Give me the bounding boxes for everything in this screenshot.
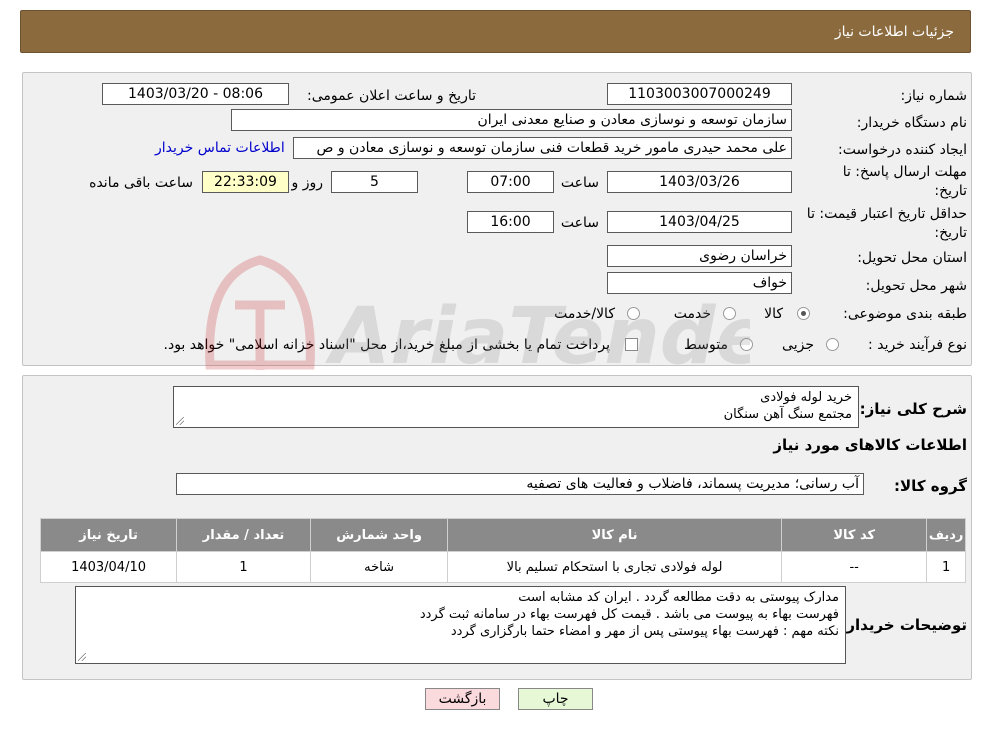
cell-item-code: -- bbox=[781, 551, 928, 583]
table-row: 1 -- لوله فولادی تجاری با استحکام تسلیم … bbox=[39, 551, 966, 583]
cell-row-number: 1 bbox=[926, 551, 966, 583]
cell-quantity: 1 bbox=[176, 551, 312, 583]
description-textarea[interactable]: خرید لوله فولادی مجتمع سنگ آهن سنگان bbox=[173, 386, 859, 428]
col-unit: واحد شمارش bbox=[310, 518, 449, 552]
buyer-notes-label: توضیحات خریدار: bbox=[840, 616, 967, 634]
description-line: خرید لوله فولادی bbox=[760, 390, 852, 405]
announce-datetime-label: تاریخ و ساعت اعلان عمومی: bbox=[307, 88, 476, 104]
goods-group-label: گروه کالا: bbox=[894, 477, 967, 495]
buyer-org-label: نام دستگاه خریدار: bbox=[856, 115, 967, 131]
col-item-name: نام کالا bbox=[447, 518, 783, 552]
purchase-medium-label: متوسط bbox=[684, 337, 728, 353]
buyer-contact-link[interactable]: اطلاعات تماس خریدار bbox=[155, 140, 285, 156]
announce-datetime-field: 1403/03/20 - 08:06 bbox=[102, 83, 289, 105]
purchase-small-label: جزیی bbox=[782, 337, 814, 353]
col-row-number: ردیف bbox=[926, 518, 966, 552]
purchase-type-label: نوع فرآیند خرید : bbox=[868, 337, 967, 353]
page-header: جزئیات اطلاعات نیاز bbox=[20, 10, 971, 53]
cell-unit: شاخه bbox=[310, 551, 449, 583]
requester-field: علی محمد حیدری مامور خرید قطعات فنی سازم… bbox=[293, 137, 792, 159]
goods-table: ردیف کد کالا نام کالا واحد شمارش تعداد /… bbox=[39, 518, 966, 583]
purchase-medium-radio[interactable] bbox=[740, 338, 753, 351]
price-validity-label: حداقل تاریخ اعتبار قیمت: تا bbox=[806, 206, 967, 222]
resize-grip-icon[interactable] bbox=[78, 653, 86, 661]
remaining-time-label: ساعت باقی مانده bbox=[89, 175, 193, 191]
price-validity-time-field: 16:00 bbox=[467, 211, 554, 233]
response-deadline-date-field: 1403/03/26 bbox=[607, 171, 792, 193]
remaining-time-field: 22:33:09 bbox=[202, 171, 289, 193]
col-need-date: تاریخ نیاز bbox=[39, 518, 178, 552]
response-deadline-label: مهلت ارسال پاسخ: تا bbox=[842, 164, 967, 180]
delivery-province-label: استان محل تحویل: bbox=[857, 250, 967, 266]
treasury-bonds-checkbox[interactable] bbox=[625, 338, 638, 351]
requester-label: ایجاد کننده درخواست: bbox=[838, 142, 967, 158]
delivery-city-field: خواف bbox=[607, 272, 792, 294]
buyer-notes-line: مدارک پیوستی به دقت مطالعه گردد . ایران … bbox=[518, 590, 839, 605]
category-service-radio[interactable] bbox=[723, 307, 736, 320]
buyer-notes-line: نکته مهم : فهرست بهاء پیوستی پس از مهر و… bbox=[450, 624, 839, 639]
buyer-org-field: سازمان توسعه و نوسازی معادن و صنایع معدن… bbox=[231, 109, 792, 131]
col-item-code: کد کالا bbox=[781, 518, 928, 552]
category-goods-radio[interactable] bbox=[797, 307, 810, 320]
category-label: طبقه بندی موضوعی: bbox=[843, 306, 967, 322]
cell-need-date: 1403/04/10 bbox=[39, 551, 178, 583]
purchase-small-radio[interactable] bbox=[826, 338, 839, 351]
delivery-city-label: شهر محل تحویل: bbox=[865, 278, 967, 294]
category-goods-service-radio[interactable] bbox=[627, 307, 640, 320]
category-goods-service-label: کالا/خدمت bbox=[554, 306, 615, 322]
description-label: شرح کلی نیاز: bbox=[859, 400, 967, 418]
resize-grip-icon[interactable] bbox=[176, 417, 184, 425]
delivery-province-field: خراسان رضوی bbox=[607, 245, 792, 267]
response-deadline-time-field: 07:00 bbox=[467, 171, 554, 193]
print-button[interactable]: چاپ bbox=[518, 688, 593, 710]
price-validity-time-label: ساعت bbox=[560, 215, 599, 231]
remaining-days-field: 5 bbox=[331, 171, 418, 193]
response-deadline-time-label: ساعت bbox=[560, 175, 599, 191]
price-validity-date-field: 1403/04/25 bbox=[607, 211, 792, 233]
page-title: جزئیات اطلاعات نیاز bbox=[834, 24, 954, 40]
buyer-notes-line: فهرست بهاء به پیوست می باشد . قیمت کل فه… bbox=[419, 607, 839, 622]
category-service-label: خدمت bbox=[673, 306, 711, 322]
goods-group-field: آب رسانی؛ مدیریت پسماند، فاضلاب و فعالیت… bbox=[176, 473, 864, 495]
goods-section-title: اطلاعات کالاهای مورد نیاز bbox=[773, 436, 967, 454]
back-button[interactable]: بازگشت bbox=[425, 688, 500, 710]
need-number-label: شماره نیاز: bbox=[900, 88, 968, 104]
treasury-bonds-text: پرداخت تمام یا بخشی از مبلغ خرید،از محل … bbox=[163, 337, 610, 353]
response-deadline-label-date: تاریخ: bbox=[934, 183, 967, 199]
col-quantity: تعداد / مقدار bbox=[176, 518, 312, 552]
remaining-days-label: روز و bbox=[291, 175, 324, 191]
description-line: مجتمع سنگ آهن سنگان bbox=[723, 407, 852, 422]
table-header-row: ردیف کد کالا نام کالا واحد شمارش تعداد /… bbox=[39, 518, 966, 552]
price-validity-label-date: تاریخ: bbox=[934, 225, 967, 241]
need-number-field: 1103003007000249 bbox=[607, 83, 792, 105]
category-goods-label: کالا bbox=[764, 306, 783, 322]
buyer-notes-textarea[interactable]: مدارک پیوستی به دقت مطالعه گردد . ایران … bbox=[75, 586, 846, 664]
cell-item-name: لوله فولادی تجاری با استحکام تسلیم بالا bbox=[447, 551, 783, 583]
